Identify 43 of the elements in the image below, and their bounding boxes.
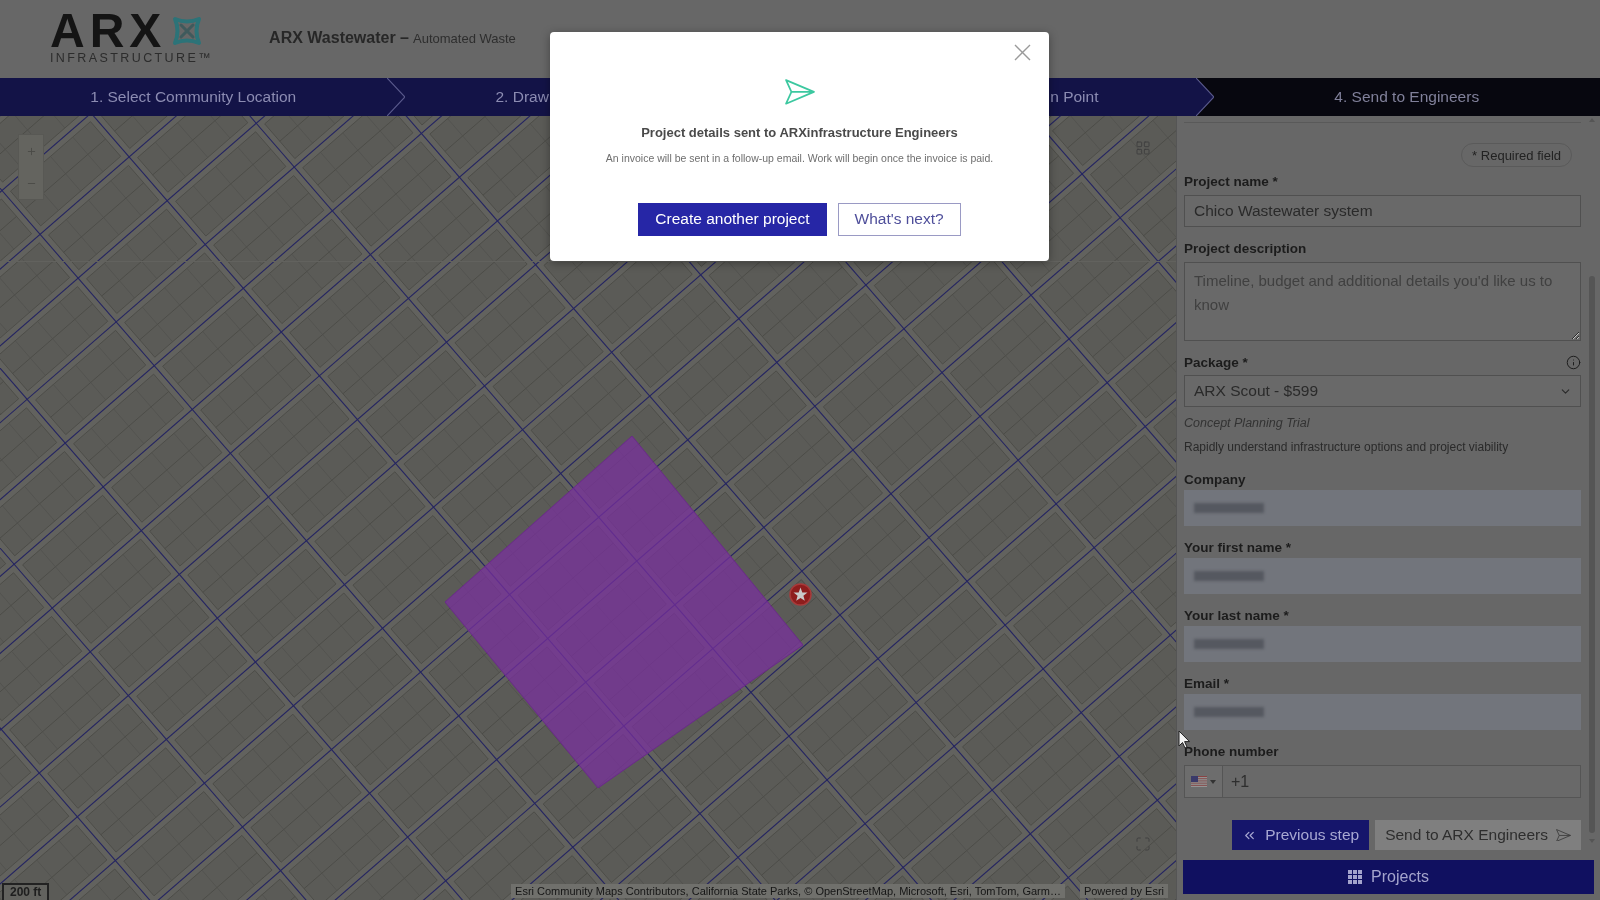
basemap-gallery-button[interactable] (1134, 139, 1152, 157)
field-label: Company (1184, 471, 1247, 488)
wizard-step[interactable]: 4. Send to Engineers (1213, 78, 1600, 116)
flag-icon (1191, 776, 1207, 787)
field-label: Project name * (1184, 173, 1279, 190)
text-input[interactable] (1184, 558, 1581, 594)
close-icon (1014, 44, 1031, 61)
caret-down-icon (1210, 779, 1216, 784)
field-label: Email * (1184, 675, 1231, 692)
blurred-text-icon (1194, 571, 1264, 581)
grid-icon (1348, 870, 1363, 884)
plus-icon (25, 145, 37, 157)
field-label: Project description (1184, 240, 1308, 257)
previous-step-button[interactable]: Previous step (1232, 820, 1370, 850)
app-subtitle: Automated Waste (413, 31, 516, 46)
plan-description: Rapidly understand infrastructure options and project viability (1184, 439, 1510, 456)
dialog-title: Project details sent to ARXinfrastructure Engineers (641, 124, 958, 141)
text-input[interactable] (1184, 694, 1581, 730)
close-button[interactable] (1014, 44, 1031, 61)
mouse-cursor-icon (1178, 730, 1191, 749)
scale-bar: 200 ft (2, 883, 50, 900)
send-icon (1556, 828, 1571, 842)
field-label: Your last name * (1184, 607, 1290, 624)
logo-wordmark: ARX (50, 13, 167, 48)
projects-button[interactable]: Projects (1183, 860, 1594, 894)
blurred-text-icon (1194, 503, 1264, 513)
country-picker-button[interactable] (1184, 765, 1223, 798)
map-pin-icon (789, 583, 812, 606)
create-project-button[interactable]: Create another project (638, 202, 827, 236)
text-input[interactable] (1184, 490, 1581, 526)
logo-tagline: INFRASTRUCTURE™ (50, 51, 214, 65)
app-title: ARX Wastewater – (269, 29, 409, 47)
blurred-text-icon (1194, 639, 1264, 649)
field-label: Package * (1184, 354, 1248, 371)
info-icon[interactable] (1566, 355, 1581, 370)
blurred-text-icon (1194, 707, 1264, 717)
field-label: Your first name * (1184, 539, 1293, 556)
field-label: Phone number (1184, 743, 1280, 760)
grid-squares-icon (1135, 140, 1151, 156)
paper-plane-icon (784, 79, 815, 105)
text-input[interactable] (1184, 626, 1581, 662)
dialog-message: An invoice will be sent in a follow-up email. Work will begin once the invoice is paid. (605, 150, 994, 165)
whats-next-button[interactable]: What's next? (837, 202, 961, 236)
